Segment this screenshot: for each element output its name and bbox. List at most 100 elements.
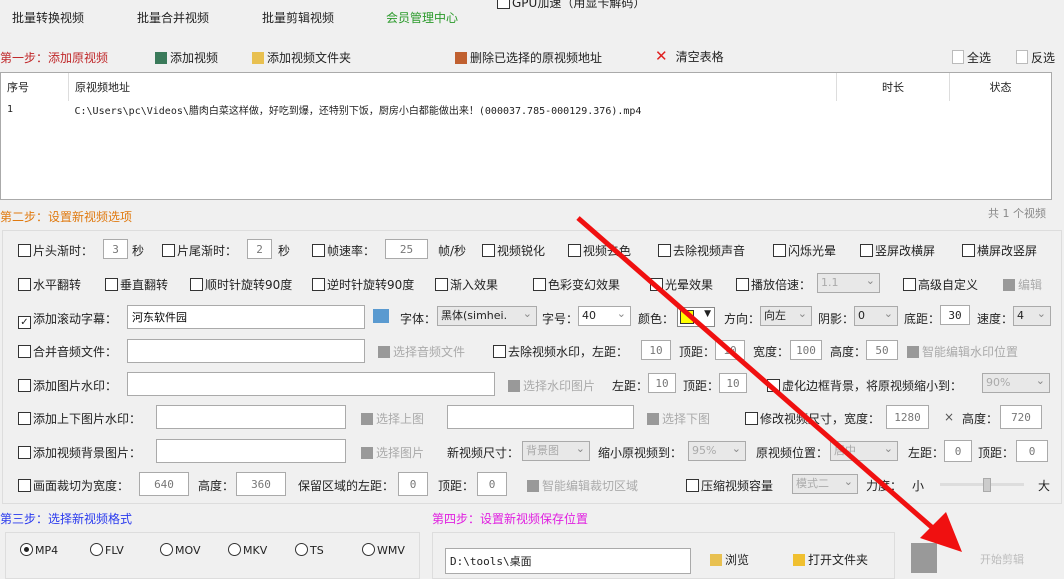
format-radio-wmv[interactable]: WMV bbox=[362, 543, 405, 557]
shadow-select[interactable]: 0 bbox=[854, 305, 898, 326]
format-radio-mov[interactable]: MOV bbox=[160, 543, 200, 557]
h2v-checkbox[interactable]: 横屏改竖屏 bbox=[962, 242, 1037, 259]
audio-input[interactable] bbox=[127, 339, 365, 363]
add-folder-button[interactable]: 添加视频文件夹 bbox=[252, 49, 351, 66]
wm-height-input[interactable] bbox=[866, 340, 898, 360]
smart-crop-button[interactable]: 智能编辑裁切区域 bbox=[527, 477, 638, 494]
choose-top-image-button[interactable]: 选择上图 bbox=[361, 410, 424, 427]
shrink-select[interactable]: 95% bbox=[688, 440, 746, 461]
resize-checkbox[interactable]: 修改视频尺寸，宽度： bbox=[745, 410, 880, 427]
keep-top-input[interactable] bbox=[477, 472, 507, 496]
slider-thumb[interactable] bbox=[982, 478, 991, 492]
select-all-button[interactable]: 全选 bbox=[952, 49, 991, 66]
color-effect-checkbox[interactable]: 色彩变幻效果 bbox=[533, 276, 620, 293]
invert-select-button[interactable]: 反选 bbox=[1016, 49, 1055, 66]
choose-image-button[interactable]: 选择图片 bbox=[361, 444, 424, 461]
menu-member-center[interactable]: 会员管理中心 bbox=[386, 9, 458, 26]
image-watermark-checkbox[interactable]: 添加图片水印： bbox=[18, 377, 117, 394]
sharpen-checkbox[interactable]: 视频锐化 bbox=[482, 242, 545, 259]
bg-left-input[interactable] bbox=[944, 440, 972, 462]
choose-bottom-image-button[interactable]: 选择下图 bbox=[647, 410, 710, 427]
add-video-button[interactable]: 添加视频 bbox=[155, 49, 218, 66]
dir-select[interactable]: 向左 bbox=[760, 305, 812, 326]
hflip-checkbox[interactable]: 水平翻转 bbox=[18, 276, 81, 293]
speed-select[interactable]: 1.1 bbox=[817, 272, 880, 293]
menu-batch-merge[interactable]: 批量合并视频 bbox=[137, 9, 209, 26]
fade-in-input[interactable] bbox=[103, 239, 128, 259]
bg-top-input[interactable] bbox=[1016, 440, 1048, 462]
background-image-input[interactable] bbox=[156, 439, 346, 463]
crop-width-input[interactable] bbox=[139, 472, 189, 496]
fade-in-checkbox[interactable]: 片头渐时： bbox=[18, 242, 93, 259]
custom-checkbox[interactable]: 高级自定义 bbox=[903, 276, 978, 293]
menu-batch-convert[interactable]: 批量转换视频 bbox=[12, 9, 84, 26]
fps-checkbox[interactable]: 帧速率： bbox=[312, 242, 375, 259]
edit-icon bbox=[907, 346, 919, 358]
size-select[interactable]: 40 bbox=[578, 305, 631, 326]
choose-watermark-button[interactable]: 选择水印图片 bbox=[508, 377, 595, 394]
fade-out-input[interactable] bbox=[247, 239, 272, 259]
wm-left-input[interactable] bbox=[641, 340, 671, 360]
edit-button[interactable]: 编辑 bbox=[1003, 276, 1042, 293]
subtitle-input[interactable] bbox=[127, 305, 365, 329]
table-row[interactable]: 1 C:\Users\pc\Videos\腊肉白菜这样做，好吃到爆，还特别下饭，… bbox=[1, 101, 1051, 118]
wm-top-input[interactable] bbox=[715, 340, 745, 360]
crop-height-input[interactable] bbox=[236, 472, 286, 496]
scroll-speed-select[interactable]: 4 bbox=[1013, 305, 1051, 326]
clear-table-button[interactable]: ✕ 清空表格 bbox=[655, 47, 724, 65]
top-bottom-watermark-checkbox[interactable]: 添加上下图片水印： bbox=[18, 410, 141, 427]
subtitle-checkbox[interactable]: ✓ 添加滚动字幕： bbox=[18, 310, 117, 329]
start-button[interactable]: 开始剪辑 bbox=[905, 543, 1055, 573]
color-picker[interactable]: ▼ bbox=[677, 307, 715, 327]
delete-selected-button[interactable]: 删除已选择的原视频地址 bbox=[455, 49, 602, 66]
format-radio-mkv[interactable]: MKV bbox=[228, 543, 267, 557]
decolor-checkbox[interactable]: 视频去色 bbox=[568, 242, 631, 259]
new-size-select[interactable]: 背景图 bbox=[522, 440, 590, 461]
bottom-image-input[interactable] bbox=[447, 405, 634, 429]
force-slider[interactable] bbox=[940, 478, 1024, 492]
v2h-checkbox[interactable]: 竖屏改横屏 bbox=[860, 242, 935, 259]
format-radio-mp4[interactable]: MP4 bbox=[20, 543, 58, 557]
browse-button[interactable]: 浏览 bbox=[710, 551, 749, 568]
position-select[interactable]: 居中 bbox=[830, 440, 898, 461]
font-select[interactable]: 黑体(simhei. bbox=[437, 305, 537, 326]
font-label: 字体： bbox=[400, 312, 437, 326]
img-left-input[interactable] bbox=[648, 373, 676, 393]
crop-checkbox[interactable]: 画面裁切为宽度： bbox=[18, 477, 129, 494]
img-top-input[interactable] bbox=[719, 373, 747, 393]
fps-input[interactable] bbox=[385, 239, 428, 259]
menu-batch-edit[interactable]: 批量剪辑视频 bbox=[262, 9, 334, 26]
background-image-checkbox[interactable]: 添加视频背景图片： bbox=[18, 444, 141, 461]
keep-left-input[interactable] bbox=[398, 472, 428, 496]
bottom-input[interactable] bbox=[940, 305, 970, 325]
resize-width-input[interactable] bbox=[886, 405, 929, 429]
halo-checkbox[interactable]: 光晕效果 bbox=[650, 276, 713, 293]
open-folder-button[interactable]: 打开文件夹 bbox=[793, 551, 868, 568]
vflip-checkbox[interactable]: 垂直翻转 bbox=[105, 276, 168, 293]
top-image-input[interactable] bbox=[156, 405, 346, 429]
flash-checkbox[interactable]: 闪烁光晕 bbox=[773, 242, 836, 259]
cw-checkbox[interactable]: 顺时针旋转90度 bbox=[190, 276, 292, 293]
fadein-checkbox[interactable]: 渐入效果 bbox=[435, 276, 498, 293]
ccw-checkbox[interactable]: 逆时针旋转90度 bbox=[312, 276, 414, 293]
blur-scale-select[interactable]: 90% bbox=[982, 372, 1050, 393]
remove-watermark-checkbox[interactable]: 去除视频水印，左距： bbox=[493, 343, 628, 360]
save-path-input[interactable] bbox=[445, 548, 691, 574]
smart-watermark-button[interactable]: 智能编辑水印位置 bbox=[907, 343, 1018, 360]
choose-audio-button[interactable]: 选择音频文件 bbox=[378, 343, 465, 360]
gpu-checkbox[interactable]: GPU加速（用显卡解码） bbox=[497, 0, 645, 11]
wm-width-input[interactable] bbox=[790, 340, 822, 360]
fade-out-checkbox[interactable]: 片尾渐时： bbox=[162, 242, 237, 259]
compress-checkbox[interactable]: 压缩视频容量 bbox=[686, 477, 773, 494]
blur-border-checkbox[interactable]: 虚化边框背景，将原视频缩小到： bbox=[767, 377, 962, 394]
image-watermark-input[interactable] bbox=[127, 372, 495, 396]
refresh-icon[interactable] bbox=[373, 309, 389, 323]
compress-mode-select[interactable]: 模式二 bbox=[792, 473, 858, 494]
format-radio-flv[interactable]: FLV bbox=[90, 543, 124, 557]
mute-checkbox[interactable]: 去除视频声音 bbox=[658, 242, 745, 259]
resize-height-input[interactable] bbox=[1000, 405, 1042, 429]
format-radio-ts[interactable]: TS bbox=[295, 543, 324, 557]
video-table[interactable]: 序号 原视频地址 时长 状态 1 C:\Users\pc\Videos\腊肉白菜… bbox=[0, 72, 1052, 200]
audio-checkbox[interactable]: 合并音频文件： bbox=[18, 343, 117, 360]
speed-checkbox[interactable]: 播放倍速： bbox=[736, 276, 811, 293]
